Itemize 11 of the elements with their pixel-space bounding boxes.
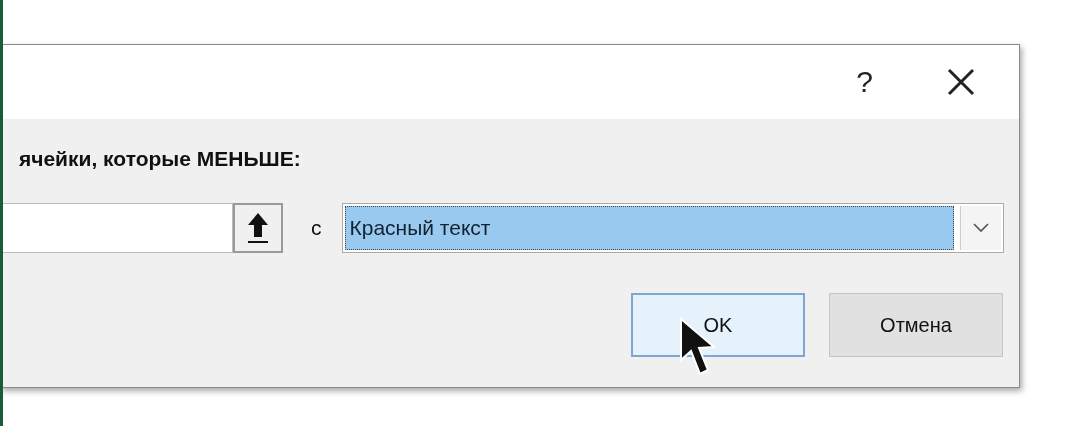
ok-button[interactable]: OK (631, 293, 805, 357)
prompt-text: ячейки, которые МЕНЬШЕ: (18, 147, 302, 171)
chevron-down-icon (972, 223, 989, 233)
arrow-up-icon (245, 211, 271, 245)
close-icon[interactable] (947, 68, 975, 96)
cancel-button[interactable]: Отмена (829, 293, 1003, 357)
connector-text: с (311, 216, 322, 240)
collapse-button[interactable] (233, 203, 283, 253)
help-button[interactable]: ? (856, 65, 873, 99)
input-field[interactable] (3, 203, 233, 253)
format-dropdown[interactable]: Красный текст (341, 203, 1004, 253)
